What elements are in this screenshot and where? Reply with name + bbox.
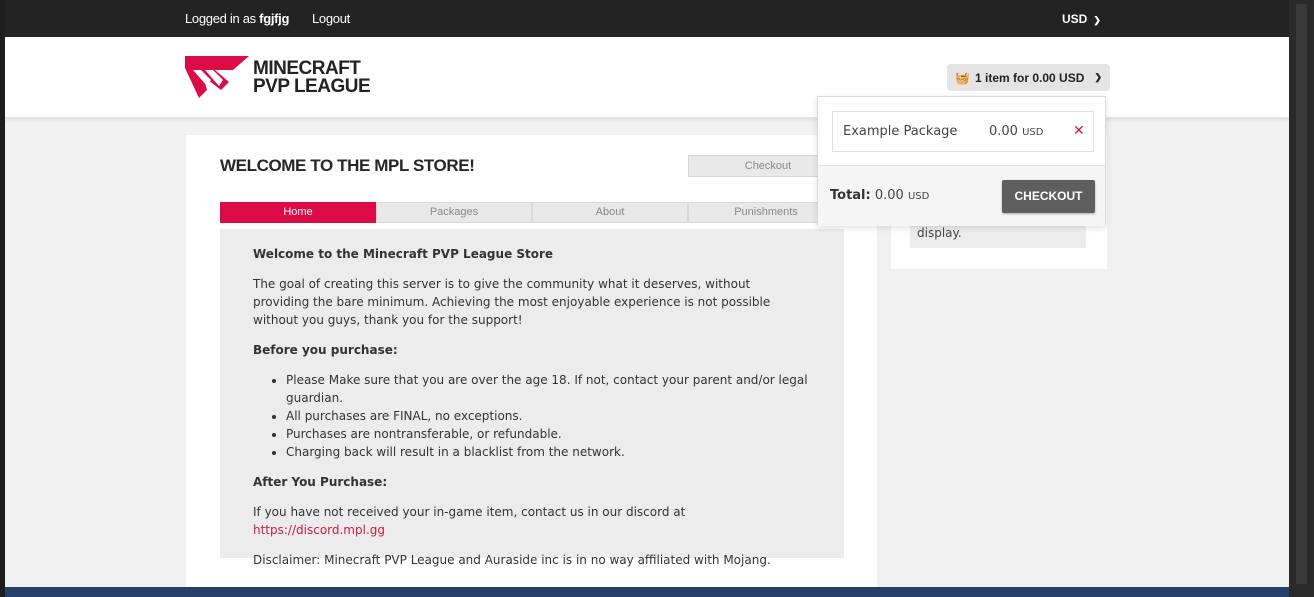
chevron-down-icon: ❯ <box>1094 72 1102 82</box>
dropdown-checkout-button[interactable]: CHECKOUT <box>1002 180 1095 213</box>
logo-mark-icon <box>185 56 249 98</box>
currency-selector[interactable]: USD ❯ <box>1062 12 1101 26</box>
disclaimer: Disclaimer: Minecraft PVP League and Aur… <box>253 553 771 567</box>
list-item: Please Make sure that you are over the a… <box>286 371 814 407</box>
tab-about[interactable]: About <box>532 202 688 223</box>
cart-summary: 1 item for 0.00 USD <box>975 71 1085 85</box>
username: fgjfjg <box>259 11 290 26</box>
browser-viewport: Logged in as fgjfjg Logout USD ❯ MINECRAF… <box>5 0 1289 597</box>
cart-dropdown: Example Package 0.00 USD ✕ Total: 0.00 U… <box>817 96 1106 226</box>
top-bar: Logged in as fgjfjg Logout USD ❯ <box>5 0 1289 37</box>
basket-icon: 🧺 <box>955 71 970 85</box>
cart-item-price-value: 0.00 <box>989 124 1018 139</box>
tab-packages[interactable]: Packages <box>376 202 532 223</box>
intro-line-2: providing the bare minimum. Achieving th… <box>253 295 771 327</box>
list-item: Purchases are nontransferable, or refund… <box>286 425 814 443</box>
site-logo[interactable]: MINECRAFT PVP LEAGUE <box>185 56 375 102</box>
scrollbar[interactable] <box>1289 0 1314 597</box>
cart-button[interactable]: 🧺 1 item for 0.00 USD ❯ <box>947 64 1110 91</box>
cart-total: Total: 0.00 USD <box>830 188 929 203</box>
nav-tabs: Home Packages About Punishments <box>220 202 844 223</box>
currency-label: USD <box>1062 12 1088 26</box>
cart-item-price: 0.00 USD <box>989 124 1043 139</box>
main-panel: WELCOME TO THE MPL STORE! Checkout Home … <box>186 135 877 597</box>
after-text-body: If you have not received your in-game it… <box>253 505 686 519</box>
tab-home[interactable]: Home <box>220 202 376 223</box>
home-content: Welcome to the Minecraft PVP League Stor… <box>220 229 844 567</box>
logo-line-2: PVP LEAGUE <box>253 76 371 97</box>
logo-text: MINECRAFT PVP LEAGUE <box>253 59 371 97</box>
cart-total-currency: USD <box>907 191 930 202</box>
list-item: All purchases are FINAL, no exceptions. <box>286 407 814 425</box>
scrollbar-thumb[interactable] <box>1296 4 1307 584</box>
discord-link[interactable]: https://discord.mpl.gg <box>253 523 385 537</box>
cart-item: Example Package 0.00 USD ✕ <box>832 111 1094 152</box>
content-heading: Welcome to the Minecraft PVP League Stor… <box>253 247 554 261</box>
cart-item-name: Example Package <box>843 124 958 139</box>
intro-text: The goal of creating this server is to g… <box>253 275 814 329</box>
chevron-down-icon: ❯ <box>1093 15 1101 25</box>
logout-link[interactable]: Logout <box>312 11 350 26</box>
after-text: If you have not received your in-game it… <box>253 503 814 539</box>
before-heading: Before you purchase: <box>253 343 398 357</box>
rules-list: Please Make sure that you are over the a… <box>286 371 814 461</box>
page-title: WELCOME TO THE MPL STORE! <box>220 156 475 175</box>
login-status: Logged in as fgjfjg <box>185 11 289 26</box>
cart-total-value: 0.00 <box>874 188 904 203</box>
cart-item-currency: USD <box>1022 127 1044 138</box>
after-heading: After You Purchase: <box>253 475 388 489</box>
intro-line-1: The goal of creating this server is to g… <box>253 277 751 291</box>
close-icon[interactable]: ✕ <box>1073 123 1085 139</box>
footer-bar <box>5 587 1289 597</box>
login-prefix: Logged in as <box>185 11 256 26</box>
list-item: Charging back will result in a blacklist… <box>286 443 814 461</box>
cart-total-label: Total: <box>830 188 871 203</box>
cart-footer: Total: 0.00 USD CHECKOUT <box>818 165 1105 226</box>
